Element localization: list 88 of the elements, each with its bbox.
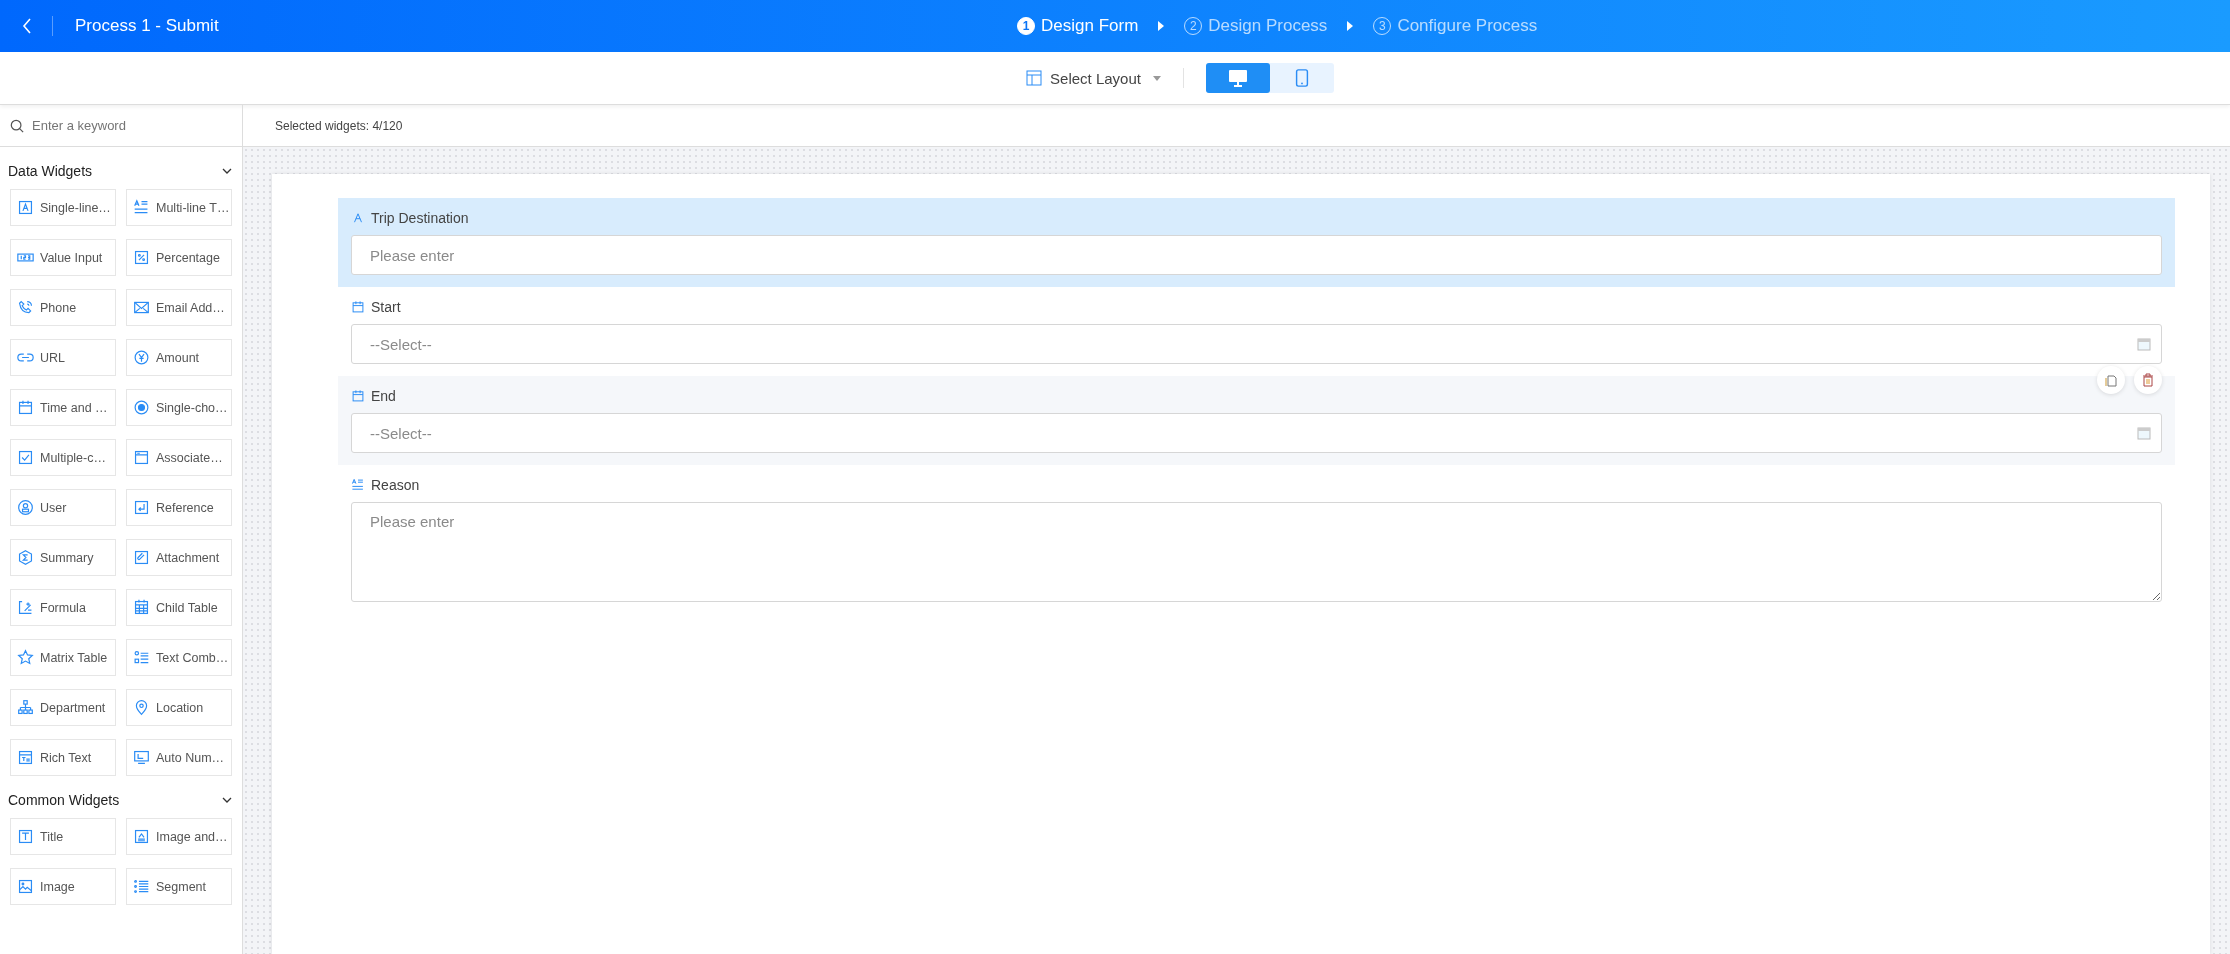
monitor-icon [1227,69,1248,87]
step-tab[interactable]: 1 Design Form [1017,16,1139,36]
widget-tile[interactable]: Multiple-c… [10,439,116,476]
calendar-icon [351,300,365,314]
phone-icon [17,299,34,316]
widget-tile[interactable]: Percentage [126,239,232,276]
select-layout-dropdown[interactable]: Select Layout [1026,69,1161,87]
form-field-row[interactable]: Reason Please enter [338,465,2175,614]
textarea-field[interactable]: Please enter [351,502,2162,602]
checklist-icon [133,649,150,666]
grid-icon [133,599,150,616]
text-lines-icon [351,478,365,492]
date-select-field[interactable]: --Select-- [351,413,2162,453]
rich-text-icon [17,749,34,766]
trash-icon [2141,373,2155,387]
form-field-row[interactable]: End --Select-- [338,376,2175,465]
list-icon [133,878,150,895]
widget-tile[interactable]: Text Comb… [126,639,232,676]
widget-tile[interactable]: Single-cho… [126,389,232,426]
caret-right-icon [1158,21,1165,31]
coin-icon [133,349,150,366]
widget-tile[interactable]: Formula [10,589,116,626]
widget-tile[interactable]: Reference [126,489,232,526]
widget-counter: Selected widgets: 4/120 [275,118,403,133]
widget-tile[interactable]: Matrix Table [10,639,116,676]
desktop-view-button[interactable] [1205,63,1270,93]
widget-tile[interactable]: Single-line… [10,189,116,226]
field-label: Reason [371,477,420,493]
widget-tile[interactable]: Location [126,689,232,726]
text-input-field[interactable]: Please enter [351,235,2162,275]
field-label: End [371,388,396,404]
section-title: Common Widgets [8,792,120,808]
widget-tile[interactable]: Department [10,689,116,726]
org-chart-icon [17,699,34,716]
percent-icon [133,249,150,266]
star-icon [17,649,34,666]
checkbox-icon [17,449,34,466]
widget-tile[interactable]: Child Table [126,589,232,626]
widget-tile[interactable]: Phone [10,289,116,326]
monitor-icon [133,749,150,766]
copy-button[interactable] [2097,366,2125,394]
delete-button[interactable] [2134,366,2162,394]
process-title: Process 1 - Submit [75,16,219,36]
caret-right-icon [1347,21,1354,31]
radio-icon [133,399,150,416]
layout-icon [1026,70,1043,86]
widget-tile[interactable]: Segment [126,868,232,905]
widget-tile[interactable]: Image [10,868,116,905]
text-box-icon [17,199,34,216]
widget-tile[interactable]: Image and… [126,818,232,855]
text-lines-icon [133,199,150,216]
form-field-row[interactable]: Trip Destination Please enter [338,198,2175,287]
user-icon [17,499,34,516]
calendar-icon [17,399,34,416]
window-icon [133,449,150,466]
section-title: Data Widgets [8,163,93,179]
widget-tile[interactable]: Summary [10,539,116,576]
envelope-icon [133,299,150,316]
text-field-icon [351,211,365,225]
form-field-row[interactable]: Start --Select-- [338,287,2175,376]
field-label: Trip Destination [371,210,469,226]
title-icon [17,828,34,845]
field-label: Start [371,299,401,315]
formula-icon [17,599,34,616]
chevron-down-icon[interactable] [222,166,232,176]
chevron-down-icon[interactable] [222,795,232,805]
widget-tile[interactable]: Associate… [126,439,232,476]
image-text-icon [133,828,150,845]
widget-tile[interactable]: Amount [126,339,232,376]
search-icon [10,118,24,133]
widget-tile[interactable]: URL [10,339,116,376]
widget-tile[interactable]: Time and … [10,389,116,426]
widget-tile[interactable]: Rich Text [10,739,116,776]
copy-icon [2104,373,2118,387]
caret-down-icon [1152,75,1161,81]
widget-tile[interactable]: Title [10,818,116,855]
widget-tile[interactable]: Auto Num… [126,739,232,776]
widget-tile[interactable]: Attachment [126,539,232,576]
widget-tile[interactable]: User [10,489,116,526]
image-icon [17,878,34,895]
location-pin-icon [133,699,150,716]
widget-tile[interactable]: Value Input [10,239,116,276]
paperclip-icon [133,549,150,566]
widget-tile[interactable]: Email Add… [126,289,232,326]
widget-tile[interactable]: Multi-line T… [126,189,232,226]
date-select-field[interactable]: --Select-- [351,324,2162,364]
calendar-icon [351,389,365,403]
hexagon-icon [17,549,34,566]
